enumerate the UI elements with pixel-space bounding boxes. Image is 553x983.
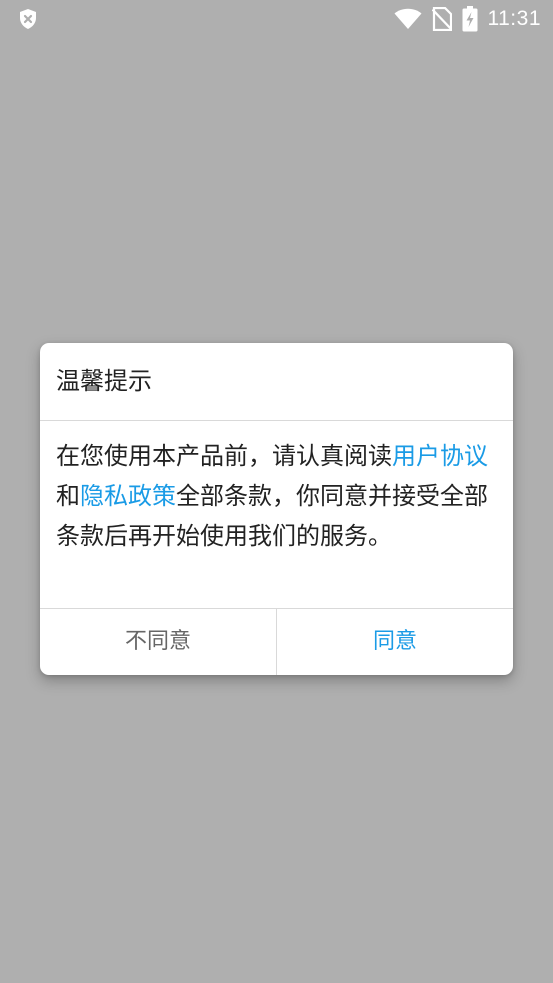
agree-button[interactable]: 同意 [277, 609, 513, 675]
privacy-policy-link[interactable]: 隐私政策 [80, 482, 176, 510]
message-text-1: 在您使用本产品前，请认真阅读 [56, 442, 392, 470]
shield-x-icon [20, 9, 36, 29]
dialog-title: 温馨提示 [56, 367, 152, 395]
message-text-2: 和 [56, 482, 80, 510]
wifi-icon [394, 8, 421, 30]
title-divider [40, 420, 513, 421]
no-sim-icon [431, 7, 452, 31]
status-time: 11:31 [487, 7, 541, 30]
status-bar: 11:31 [0, 0, 553, 38]
battery-charging-icon [462, 6, 477, 32]
user-agreement-link[interactable]: 用户协议 [392, 442, 488, 470]
dialog-message: 在您使用本产品前，请认真阅读用户协议和隐私政策全部条款，你同意并接受全部条款后再… [56, 436, 500, 556]
status-icons: 11:31 [394, 0, 542, 38]
disagree-button[interactable]: 不同意 [40, 609, 276, 675]
privacy-dialog: 温馨提示 在您使用本产品前，请认真阅读用户协议和隐私政策全部条款，你同意并接受全… [40, 343, 513, 675]
